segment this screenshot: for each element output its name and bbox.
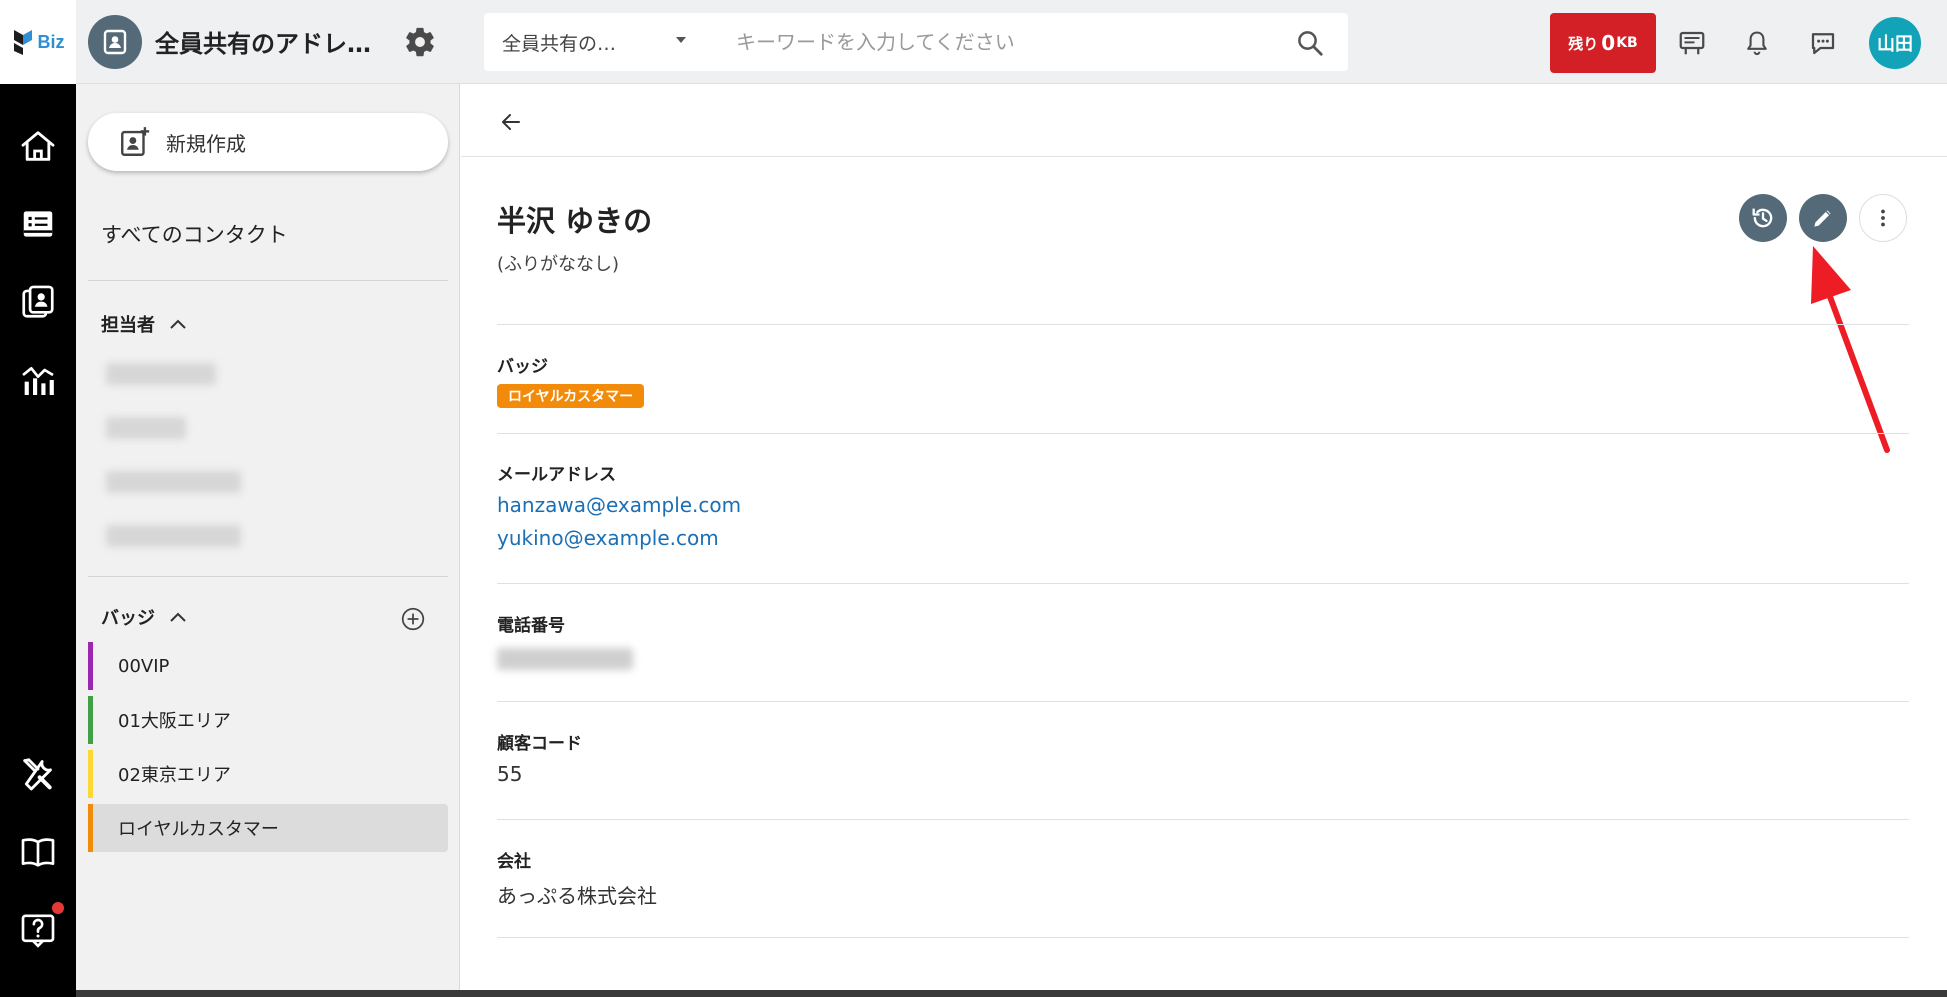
divider	[88, 576, 448, 577]
new-contact-label: 新規作成	[166, 131, 246, 156]
divider	[497, 701, 1909, 702]
divider	[88, 280, 448, 281]
pencil-icon	[1814, 210, 1831, 227]
divider	[497, 819, 1909, 820]
company-field-label: 会社	[497, 852, 531, 872]
book-icon[interactable]	[16, 830, 60, 874]
owner-item-redacted[interactable]	[106, 471, 241, 493]
chevron-up-icon	[170, 319, 186, 329]
badge-item-tokyo[interactable]: 02東京エリア	[88, 750, 448, 798]
badge-section-header[interactable]: バッジ	[101, 604, 187, 630]
divider	[497, 324, 1909, 325]
badge-tag: ロイヤルカスタマー	[497, 384, 645, 408]
badge-item-label: 02東京エリア	[118, 765, 231, 786]
badge-color-stripe	[88, 642, 93, 690]
top-bar: Biz 全員共有のアドレ… 全員共有の… 残り 0 KB	[0, 0, 1947, 84]
chat-button[interactable]	[1804, 24, 1842, 62]
more-vert-icon	[1881, 209, 1885, 227]
customer-code-label: 顧客コード	[497, 734, 582, 754]
tools-icon[interactable]	[16, 752, 60, 796]
owner-section-header[interactable]: 担当者	[101, 311, 187, 337]
underlying-window-edge	[76, 990, 1947, 997]
notifications-button[interactable]	[1738, 24, 1776, 62]
customer-code-value: 55	[497, 762, 523, 786]
address-book-icon[interactable]	[88, 15, 142, 69]
storage-value: 0	[1601, 31, 1616, 55]
badge-item-loyal-customer[interactable]: ロイヤルカスタマー	[88, 804, 448, 852]
all-contacts-link[interactable]: すべてのコンタクト	[101, 219, 288, 249]
add-contact-icon	[121, 127, 150, 156]
badge-field-label: バッジ	[497, 357, 548, 377]
badge-item-label: 01大阪エリア	[118, 711, 231, 732]
signboard-icon	[1679, 31, 1705, 55]
search-input[interactable]	[736, 23, 1276, 61]
history-icon	[1752, 208, 1773, 228]
folder-title[interactable]: 全員共有のアドレ…	[155, 24, 371, 59]
user-avatar[interactable]: 山田	[1869, 17, 1921, 69]
owner-item-redacted[interactable]	[106, 417, 186, 439]
signboard-button[interactable]	[1673, 24, 1711, 62]
search-scope-select[interactable]: 全員共有の…	[502, 29, 616, 56]
storage-label: 残り	[1568, 34, 1599, 53]
badge-color-stripe	[88, 696, 93, 744]
contact-furigana: (ふりがななし)	[497, 254, 620, 275]
caret-down-icon[interactable]	[674, 35, 688, 45]
contact-name: 半沢 ゆきの	[497, 204, 653, 238]
annotation-arrow-icon	[1811, 246, 1890, 453]
storage-remaining-button[interactable]: 残り 0 KB	[1550, 13, 1656, 73]
app-logo[interactable]: Biz	[0, 0, 76, 84]
add-badge-button[interactable]	[398, 604, 428, 634]
search-icon	[1298, 31, 1323, 56]
badge-item-label: ロイヤルカスタマー	[118, 819, 279, 840]
left-rail	[0, 84, 76, 997]
back-button[interactable]	[491, 102, 531, 142]
badge-item-osaka[interactable]: 01大阪エリア	[88, 696, 448, 744]
storage-unit: KB	[1616, 35, 1638, 51]
divider	[497, 937, 1909, 938]
gear-icon	[406, 27, 434, 57]
settings-button[interactable]	[400, 22, 440, 62]
email-link[interactable]: yukino@example.com	[497, 526, 719, 550]
chevron-up-icon	[170, 612, 186, 622]
badge-item-00vip[interactable]: 00VIP	[88, 642, 448, 690]
email-link[interactable]: hanzawa@example.com	[497, 493, 741, 517]
phone-field-label: 電話番号	[497, 616, 565, 636]
bell-icon	[1747, 31, 1767, 56]
search-button[interactable]	[1292, 25, 1328, 61]
logo-mark-icon	[13, 30, 32, 55]
badge-color-stripe	[88, 804, 93, 852]
help-notification-dot	[52, 902, 64, 914]
badge-section-label: バッジ	[101, 608, 155, 629]
plus-circle-icon	[401, 607, 425, 631]
email-field-label: メールアドレス	[497, 465, 616, 485]
company-value: あっぷる株式会社	[497, 884, 657, 908]
history-button[interactable]	[1739, 194, 1787, 242]
contact-detail-panel: 半沢 ゆきの (ふりがななし) バッジ ロイヤルカスタマー メールアドレス ha…	[461, 84, 1947, 997]
home-icon[interactable]	[16, 124, 60, 168]
contacts-icon[interactable]	[16, 280, 60, 324]
logo-text: Biz	[37, 31, 65, 52]
owner-item-redacted[interactable]	[106, 363, 216, 385]
divider	[497, 433, 1909, 434]
badge-item-label: 00VIP	[118, 655, 170, 677]
divider	[497, 583, 1909, 584]
chat-icon	[1811, 33, 1835, 55]
arrow-left-icon	[502, 114, 520, 130]
badge-color-stripe	[88, 750, 93, 798]
new-contact-button[interactable]: 新規作成	[88, 113, 448, 171]
chart-icon[interactable]	[16, 358, 60, 402]
detail-toolbar	[461, 84, 1947, 157]
owner-item-redacted[interactable]	[106, 525, 241, 547]
help-icon[interactable]	[16, 908, 60, 952]
list-icon[interactable]	[16, 202, 60, 246]
phone-value-redacted	[497, 648, 633, 670]
sidebar: 新規作成 すべてのコンタクト 担当者 バッジ 00VIP 01大阪エリア 02東…	[76, 84, 460, 997]
search-bar: 全員共有の…	[484, 13, 1348, 71]
owner-section-label: 担当者	[101, 315, 155, 336]
